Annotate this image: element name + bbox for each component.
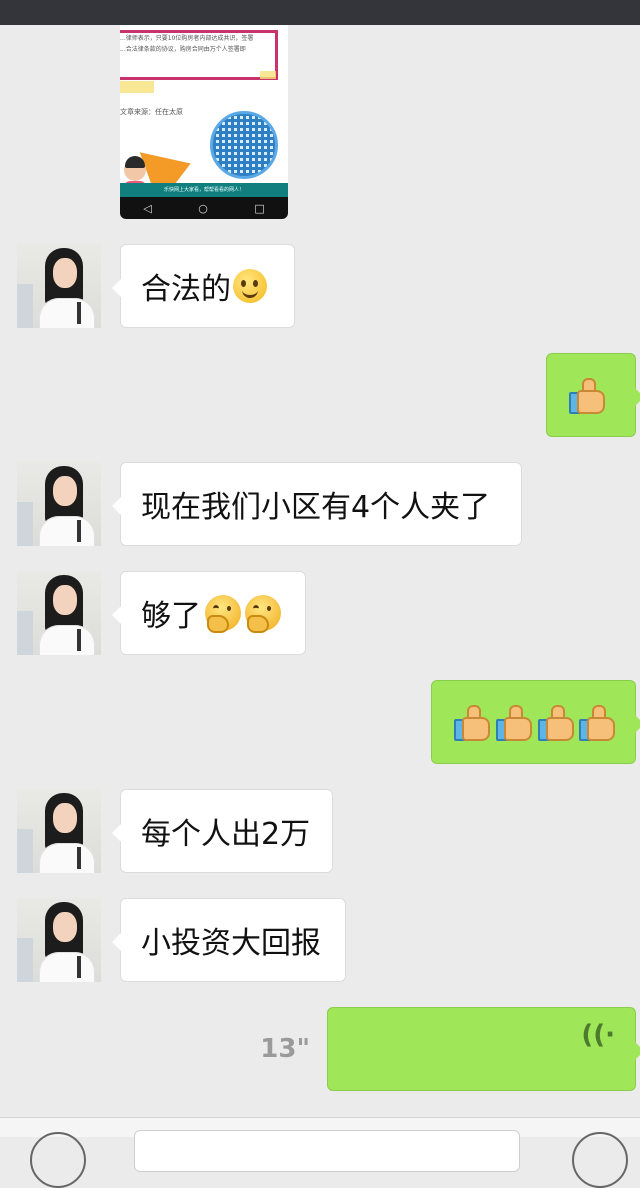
status-bar [0,0,640,25]
voice-message-bubble[interactable]: ((· [327,1007,640,1091]
android-nav-bar: ◁ ○ □ [120,197,288,219]
message-row [0,353,640,437]
avatar[interactable] [17,789,101,873]
incoming-message-bubble[interactable]: 每个人出2万 [112,789,333,873]
article-banner: 乐快网上大家看，帮帮看看的网人！ [120,183,288,197]
voice-input-button[interactable] [30,1132,86,1188]
incoming-message-bubble[interactable]: 够了 [112,571,306,655]
avatar[interactable] [17,244,101,328]
outgoing-message-bubble[interactable] [431,680,640,764]
voice-wave-icon: ((· [581,1020,615,1050]
message-text: 现在我们小区有4个人夹了 [141,490,491,525]
message-input[interactable] [134,1130,520,1172]
incoming-message-bubble[interactable]: 小投资大回报 [112,898,346,982]
message-row: 13" ((· [0,1007,640,1091]
article-source: 文章来源：任在太原 [120,108,183,116]
article-line: ...合法律条款的协议，购房合同由万个人签署即 [120,46,246,53]
thumbs-up-emoji-icon [452,703,490,741]
outgoing-message-bubble[interactable] [546,353,640,437]
back-icon: ◁ [143,201,152,215]
incoming-message-bubble[interactable]: 合法的 [112,244,295,328]
avatar[interactable] [17,898,101,982]
thinking-emoji-icon [205,595,241,633]
smile-emoji-icon [233,269,267,303]
message-text: 小投资大回报 [141,926,321,961]
message-row: 够了 [0,571,640,655]
more-options-button[interactable] [572,1132,628,1188]
incoming-message-bubble[interactable]: 现在我们小区有4个人夹了 [112,462,522,546]
thumbs-up-emoji-icon [577,703,616,741]
thinking-emoji-icon [245,595,281,633]
thumbs-up-emoji-icon [567,376,605,414]
message-text: 合法的 [141,272,231,307]
text-highlight [260,71,276,79]
message-text: 每个人出2万 [141,817,311,852]
thumbs-up-emoji-icon [494,703,532,741]
thumbs-up-emoji-icon [536,703,574,741]
message-row [0,680,640,764]
message-row: 每个人出2万 [0,789,640,873]
qr-code-image [210,111,278,179]
shared-image-message[interactable]: ...律师表示，只要10位购房者内部达成共识，签署 ...合法律条款的协议，购房… [120,25,288,219]
message-text: 够了 [141,599,201,634]
cartoon-girl-image [124,156,146,181]
recent-apps-icon: □ [254,201,265,215]
message-row: 小投资大回报 [0,898,640,982]
avatar[interactable] [17,462,101,546]
voice-duration-label: 13" [260,1034,310,1064]
message-row: 合法的 [0,244,640,328]
message-row: 现在我们小区有4个人夹了 [0,462,640,546]
article-line: ...律师表示，只要10位购房者内部达成共识，签署 [120,35,254,42]
avatar[interactable] [17,571,101,655]
chat-input-bar [0,1117,640,1188]
text-highlight [120,81,154,93]
article-text: ...律师表示，只要10位购房者内部达成共识，签署 ...合法律条款的协议，购房… [120,25,288,55]
home-icon: ○ [198,201,208,215]
